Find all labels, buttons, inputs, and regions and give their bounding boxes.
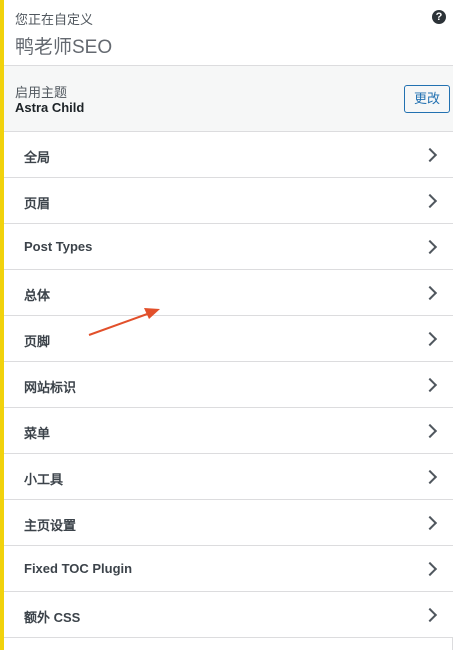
chevron-right-icon	[422, 423, 438, 439]
change-theme-button[interactable]: 更改	[404, 85, 450, 113]
chevron-right-icon	[422, 239, 438, 255]
panel-item-label: 菜单	[24, 426, 51, 441]
panel-item-label: 小工具	[24, 472, 64, 487]
panel-item-label: Fixed TOC Plugin	[24, 561, 133, 576]
panel-item-site-identity[interactable]: 网站标识	[4, 362, 453, 408]
panel-item-fixed-toc-plugin[interactable]: Fixed TOC Plugin	[4, 546, 453, 592]
chevron-right-icon	[422, 285, 438, 301]
panel-item-menus[interactable]: 菜单	[4, 408, 453, 454]
panel-item-footer[interactable]: 页脚	[4, 316, 453, 362]
panel-item-homepage-settings[interactable]: 主页设置	[4, 500, 453, 546]
site-title: 鸭老师SEO	[15, 37, 113, 58]
panel-item-general[interactable]: 总体	[4, 270, 453, 316]
active-theme-section: 启用主题 Astra Child 更改	[4, 66, 453, 132]
customizing-label: 您正在自定义	[15, 12, 94, 27]
panel-item-label: 全局	[24, 150, 51, 165]
active-theme-name: Astra Child	[15, 100, 85, 115]
panel-item-post-types[interactable]: Post Types	[4, 224, 453, 270]
customizer-sidebar: 您正在自定义 鸭老师SEO ? 启用主题 Astra Child 更改 全局 页…	[4, 0, 453, 650]
panel-item-label: Post Types	[24, 239, 93, 254]
chevron-right-icon	[422, 469, 438, 485]
panel-item-header[interactable]: 页眉	[4, 178, 453, 224]
panel-item-label: 主页设置	[24, 518, 77, 533]
help-icon[interactable]: ?	[432, 10, 446, 24]
customizer-panel-list: 全局 页眉 Post Types 总体 页脚 网站标识 菜单 小工具 主页设置 …	[4, 132, 453, 638]
panel-item-label: 页脚	[24, 334, 51, 349]
chevron-right-icon	[422, 147, 438, 163]
panel-item-global[interactable]: 全局	[4, 132, 453, 178]
panel-item-widgets[interactable]: 小工具	[4, 454, 453, 500]
panel-item-label: 额外 CSS	[24, 610, 81, 625]
active-theme-caption: 启用主题	[15, 85, 68, 100]
panel-item-label: 页眉	[24, 196, 51, 211]
chevron-right-icon	[422, 515, 438, 531]
chevron-right-icon	[422, 377, 438, 393]
chevron-right-icon	[422, 561, 438, 577]
chevron-right-icon	[422, 607, 438, 623]
panel-item-additional-css[interactable]: 额外 CSS	[4, 592, 453, 638]
customizer-header: 您正在自定义 鸭老师SEO ?	[4, 0, 453, 66]
panel-item-label: 总体	[24, 288, 51, 303]
chevron-right-icon	[422, 193, 438, 209]
panel-item-label: 网站标识	[24, 380, 77, 395]
chevron-right-icon	[422, 331, 438, 347]
